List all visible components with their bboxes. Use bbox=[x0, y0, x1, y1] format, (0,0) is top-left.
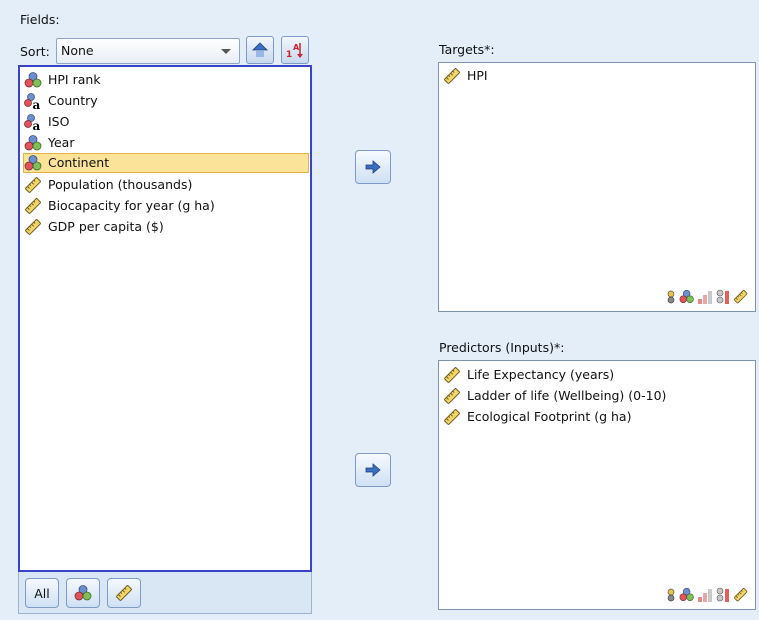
move-to-predictors-button[interactable] bbox=[355, 453, 391, 487]
nominal-string-icon bbox=[24, 93, 41, 110]
arrow-right-icon bbox=[365, 160, 381, 174]
continuous-icon bbox=[716, 289, 729, 304]
list-item[interactable]: GDP per capita ($) bbox=[24, 217, 310, 237]
predictors-label: Predictors (Inputs)*: bbox=[439, 340, 565, 355]
scale-filter-button[interactable] bbox=[107, 578, 141, 608]
scale-icon bbox=[443, 408, 461, 426]
predictors-list[interactable]: Life Expectancy (years) Ladder of life (… bbox=[438, 360, 756, 610]
nominal-icon bbox=[679, 587, 694, 601]
svg-text:1: 1 bbox=[286, 50, 292, 60]
arrow-right-icon bbox=[365, 463, 381, 477]
ordinal-icon bbox=[698, 291, 712, 304]
sort-numeric-icon: 1 A bbox=[286, 43, 303, 60]
all-button[interactable]: All bbox=[25, 578, 59, 608]
scale-icon bbox=[733, 289, 748, 304]
nominal-icon bbox=[679, 289, 694, 303]
list-item[interactable]: ISO bbox=[24, 112, 310, 132]
flag-icon bbox=[667, 588, 675, 602]
continuous-icon bbox=[716, 587, 729, 602]
chevron-down-icon bbox=[221, 49, 231, 54]
sort-value: None bbox=[61, 43, 94, 58]
scale-icon bbox=[115, 584, 133, 602]
sort-label: Sort: bbox=[20, 44, 50, 59]
flag-icon bbox=[667, 290, 675, 304]
sort-order-button[interactable]: 1 A bbox=[281, 36, 309, 64]
list-item[interactable]: Population (thousands) bbox=[24, 175, 310, 195]
nominal-icon bbox=[24, 135, 42, 151]
list-item[interactable]: Life Expectancy (years) bbox=[443, 365, 743, 385]
fields-label: Fields: bbox=[20, 12, 60, 27]
fields-list[interactable]: HPI rank Country ISO Year Continent Popu… bbox=[18, 65, 312, 572]
list-item[interactable]: Ecological Footprint (g ha) bbox=[443, 407, 743, 427]
scale-icon bbox=[24, 197, 42, 215]
svg-text:A: A bbox=[293, 43, 300, 52]
targets-list[interactable]: HPI bbox=[438, 62, 756, 312]
scale-icon bbox=[443, 387, 461, 405]
list-item[interactable]: Ladder of life (Wellbeing) (0-10) bbox=[443, 386, 743, 406]
list-item-selected[interactable]: Continent bbox=[23, 153, 309, 173]
list-item[interactable]: HPI rank bbox=[24, 70, 310, 90]
move-to-targets-button[interactable] bbox=[355, 150, 391, 184]
scale-icon bbox=[24, 218, 42, 236]
nominal-string-icon bbox=[24, 114, 41, 131]
list-item[interactable]: Year bbox=[24, 133, 310, 153]
scale-icon bbox=[24, 176, 42, 194]
targets-label: Targets*: bbox=[439, 42, 495, 57]
sort-dropdown[interactable]: None bbox=[56, 38, 240, 64]
measurement-level-legend bbox=[665, 289, 749, 305]
sort-up-icon bbox=[252, 42, 268, 57]
list-item[interactable]: Biocapacity for year (g ha) bbox=[24, 196, 310, 216]
scale-icon bbox=[443, 67, 461, 85]
nominal-icon bbox=[24, 155, 42, 171]
fields-footer bbox=[18, 572, 312, 614]
nominal-icon bbox=[24, 72, 42, 88]
categorical-filter-button[interactable] bbox=[66, 578, 100, 608]
list-item[interactable]: Country bbox=[24, 91, 310, 111]
scale-icon bbox=[733, 587, 748, 602]
ordinal-icon bbox=[698, 589, 712, 602]
measurement-level-legend bbox=[665, 587, 749, 603]
nominal-icon bbox=[74, 585, 92, 601]
sort-ascending-button[interactable] bbox=[246, 36, 274, 64]
list-item[interactable]: HPI bbox=[443, 66, 743, 86]
scale-icon bbox=[443, 366, 461, 384]
